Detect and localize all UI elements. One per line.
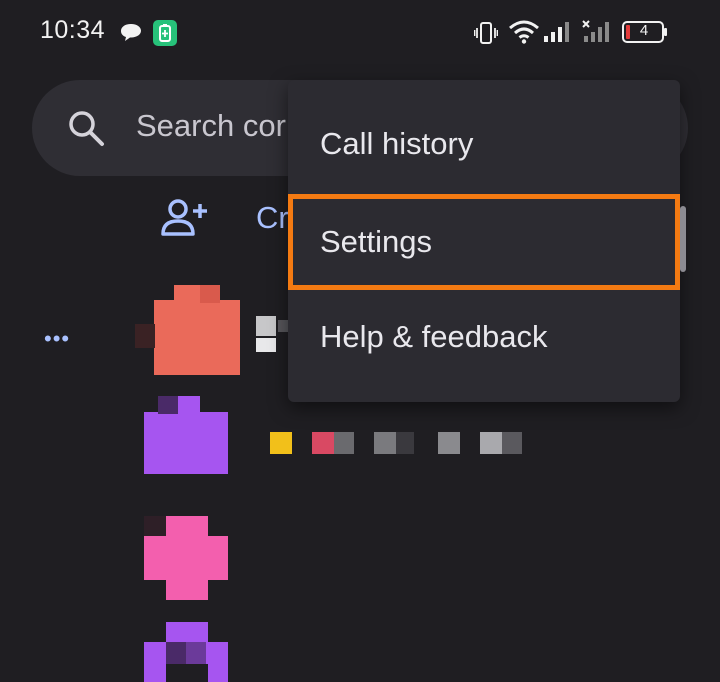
avatar[interactable] bbox=[144, 516, 230, 602]
scrollbar-thumb[interactable] bbox=[680, 206, 686, 272]
add-contact-icon[interactable] bbox=[160, 198, 210, 238]
overflow-menu: Call history Settings Help & feedback bbox=[288, 80, 680, 402]
signal-icon bbox=[544, 22, 569, 42]
status-time: 10:34 bbox=[40, 16, 106, 44]
vibrate-icon bbox=[474, 22, 498, 44]
create-contact-label[interactable]: Cr bbox=[256, 200, 290, 236]
avatar[interactable] bbox=[144, 396, 230, 476]
menu-item-call-history[interactable]: Call history bbox=[288, 96, 680, 192]
contact-name-redacted bbox=[270, 432, 530, 454]
menu-item-help-feedback[interactable]: Help & feedback bbox=[288, 289, 680, 385]
wifi-icon bbox=[509, 20, 539, 44]
avatar[interactable] bbox=[130, 280, 240, 380]
menu-item-label: Help & feedback bbox=[320, 319, 548, 354]
more-options-icon[interactable]: ••• bbox=[44, 326, 70, 352]
search-input[interactable]: Search cor bbox=[136, 108, 296, 144]
status-bar: 10:34 4 bbox=[0, 0, 720, 66]
battery-saver-icon bbox=[153, 20, 177, 46]
menu-item-label: Call history bbox=[320, 126, 474, 161]
battery-level-text: 4 bbox=[639, 22, 649, 39]
menu-item-label: Settings bbox=[320, 224, 433, 259]
avatar[interactable] bbox=[144, 620, 230, 682]
menu-item-settings[interactable]: Settings bbox=[288, 194, 680, 290]
search-icon[interactable] bbox=[66, 108, 108, 150]
signal-no-service-icon bbox=[582, 20, 609, 42]
chat-bubble-icon bbox=[121, 24, 141, 41]
